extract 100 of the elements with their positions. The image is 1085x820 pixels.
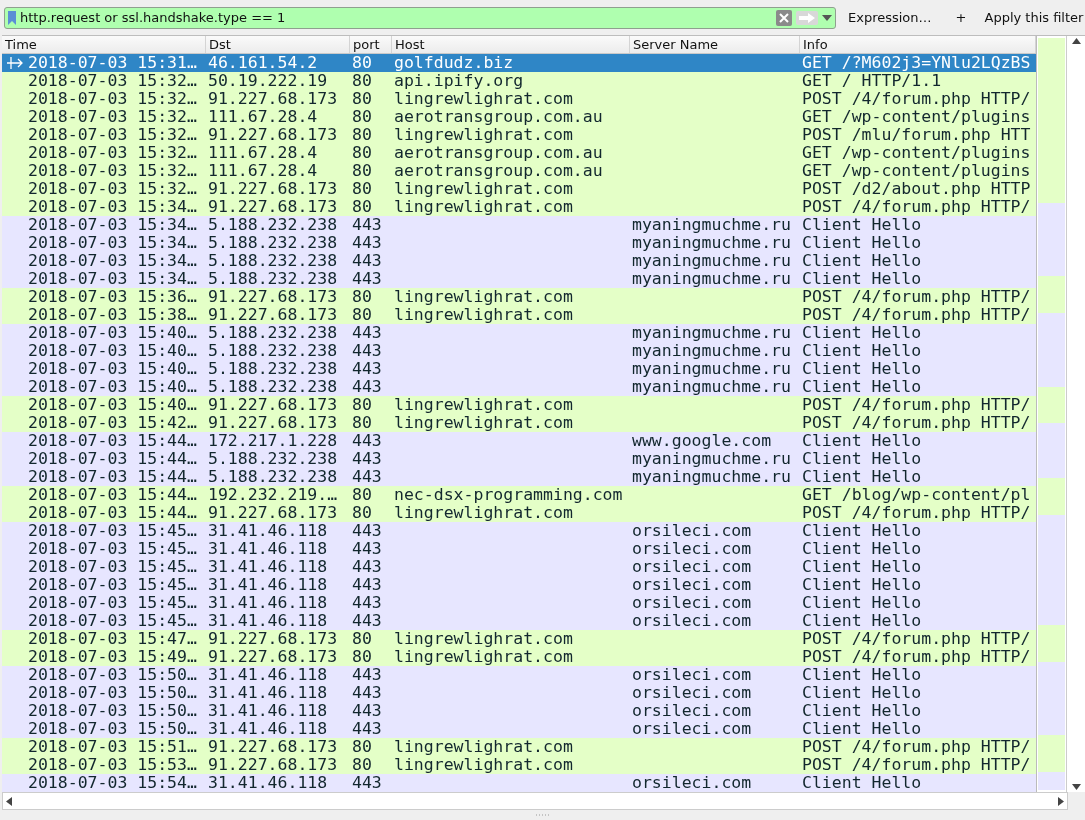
packet-row[interactable]: 2018-07-03 15:50… 31.41.46.118 443 orsileci.com Client Hello <box>2 720 1036 738</box>
table-cell: 2018-07-03 15:32… <box>28 180 197 198</box>
table-cell-text: POST /4/forum.php HTTP/ <box>801 306 1032 324</box>
table-cell-text: 31.41.46.118 <box>207 702 329 720</box>
table-cell-text: 31.41.46.118 <box>207 540 329 558</box>
table-cell-text: Client Hello <box>801 558 923 576</box>
table-cell: 2018-07-03 15:31… <box>28 54 197 72</box>
packet-row[interactable]: 2018-07-03 15:47… 91.227.68.173 80 lingrewlighrat.com POST /4/forum.php HTTP/ <box>2 630 1036 648</box>
table-cell-text: 443 <box>351 360 383 378</box>
packet-row[interactable]: 2018-07-03 15:45… 31.41.46.118 443 orsileci.com Client Hello <box>2 594 1036 612</box>
dropdown-caret-icon[interactable] <box>822 14 832 21</box>
table-cell-text: 5.188.232.238 <box>207 378 339 396</box>
table-cell: 2018-07-03 15:32… <box>28 72 197 90</box>
column-header[interactable]: Dst <box>206 36 350 53</box>
packet-row[interactable]: 2018-07-03 15:34… 5.188.232.238 443 myaningmuchme.ru Client Hello <box>2 252 1036 270</box>
packet-row[interactable]: 2018-07-03 15:40… 5.188.232.238 443 myaningmuchme.ru Client Hello <box>2 342 1036 360</box>
packet-row[interactable]: 2018-07-03 15:32… 91.227.68.173 80 lingrewlighrat.com POST /d2/about.php HTTP <box>2 180 1036 198</box>
column-header[interactable]: Server Name <box>630 36 800 53</box>
table-cell-text: 31.41.46.118 <box>207 666 329 684</box>
packet-row[interactable]: 2018-07-03 15:50… 31.41.46.118 443 orsileci.com Client Hello <box>2 666 1036 684</box>
table-cell-text: Client Hello <box>801 324 923 342</box>
table-cell: 2018-07-03 15:44… <box>28 504 197 522</box>
packet-row[interactable]: 2018-07-03 15:54… 31.41.46.118 443 orsileci.com Client Hello <box>2 774 1036 792</box>
table-cell: 2018-07-03 15:45… <box>28 522 197 540</box>
table-cell-text: 5.188.232.238 <box>207 252 339 270</box>
table-cell-text: Client Hello <box>801 702 923 720</box>
packet-row[interactable]: 2018-07-03 15:44… 192.232.219.… 80 nec-dsx-programming.com GET /blog/wp-content/pl <box>2 486 1036 504</box>
packet-row[interactable]: 2018-07-03 15:44… 5.188.232.238 443 myaningmuchme.ru Client Hello <box>2 450 1036 468</box>
packet-row[interactable]: 2018-07-03 15:49… 91.227.68.173 80 lingrewlighrat.com POST /4/forum.php HTTP/ <box>2 648 1036 666</box>
table-cell-text: Client Hello <box>801 360 923 378</box>
packet-row[interactable]: 2018-07-03 15:40… 5.188.232.238 443 myaningmuchme.ru Client Hello <box>2 324 1036 342</box>
add-button[interactable]: + <box>949 8 973 27</box>
table-cell-text: 80 <box>351 288 373 306</box>
table-cell-text: 443 <box>351 378 383 396</box>
table-cell-text: 31.41.46.118 <box>207 594 329 612</box>
packet-row[interactable]: 2018-07-03 15:44… 172.217.1.228 443 www.google.com Client Hello <box>2 432 1036 450</box>
table-cell-text: 80 <box>351 198 373 216</box>
scroll-up-icon[interactable] <box>1071 38 1081 44</box>
table-cell-text: 91.227.68.173 <box>207 648 339 666</box>
table-cell-text: orsileci.com <box>631 594 753 612</box>
packet-row[interactable]: 2018-07-03 15:32… 111.67.28.4 80 aerotransgroup.com.au GET /wp-content/plugins <box>2 144 1036 162</box>
table-cell-text: GET /wp-content/plugins <box>801 108 1032 126</box>
filter-text-input[interactable]: http.request or ssl.handshake.type == 1 <box>20 10 772 25</box>
splitter-handle-icon[interactable] <box>535 814 550 816</box>
column-header[interactable]: port <box>350 36 392 53</box>
packet-row[interactable]: 2018-07-03 15:42… 91.227.68.173 80 lingrewlighrat.com POST /4/forum.php HTTP/ <box>2 414 1036 432</box>
table-cell-text: 80 <box>351 504 373 522</box>
packet-row[interactable]: 2018-07-03 15:38… 91.227.68.173 80 lingrewlighrat.com POST /4/forum.php HTTP/ <box>2 306 1036 324</box>
table-cell-text: 80 <box>351 414 373 432</box>
table-cell-text: 80 <box>351 54 373 72</box>
table-cell: 2018-07-03 15:51… <box>28 738 197 756</box>
scroll-down-icon[interactable] <box>1071 784 1081 790</box>
scroll-right-icon[interactable] <box>1058 796 1064 806</box>
column-header[interactable]: Host <box>392 36 630 53</box>
apply-filter-button[interactable]: Apply this filter <box>978 8 1085 27</box>
packet-row[interactable]: 2018-07-03 15:34… 5.188.232.238 443 myaningmuchme.ru Client Hello <box>2 270 1036 288</box>
table-cell-text: 91.227.68.173 <box>207 414 339 432</box>
table-cell: 2018-07-03 15:32… <box>28 90 197 108</box>
packet-row[interactable]: 2018-07-03 15:34… 91.227.68.173 80 lingrewlighrat.com POST /4/forum.php HTTP/ <box>2 198 1036 216</box>
table-cell-text: 443 <box>351 612 383 630</box>
packet-row[interactable]: 2018-07-03 15:45… 31.41.46.118 443 orsileci.com Client Hello <box>2 558 1036 576</box>
packet-row[interactable]: 2018-07-03 15:32… 111.67.28.4 80 aerotransgroup.com.au GET /wp-content/plugins <box>2 108 1036 126</box>
packet-row[interactable]: 2018-07-03 15:40… 5.188.232.238 443 myaningmuchme.ru Client Hello <box>2 378 1036 396</box>
packet-row[interactable]: 2018-07-03 15:50… 31.41.46.118 443 orsileci.com Client Hello <box>2 702 1036 720</box>
table-cell-text: 91.227.68.173 <box>207 198 339 216</box>
packet-row[interactable]: 2018-07-03 15:44… 91.227.68.173 80 lingrewlighrat.com POST /4/forum.php HTTP/ <box>2 504 1036 522</box>
packet-row[interactable]: 2018-07-03 15:34… 5.188.232.238 443 myaningmuchme.ru Client Hello <box>2 234 1036 252</box>
table-cell: 2018-07-03 15:45… <box>28 558 197 576</box>
packet-row[interactable]: 2018-07-03 15:45… 31.41.46.118 443 orsileci.com Client Hello <box>2 522 1036 540</box>
packet-row[interactable]: 2018-07-03 15:36… 91.227.68.173 80 lingrewlighrat.com POST /4/forum.php HTTP/ <box>2 288 1036 306</box>
packet-row[interactable]: 2018-07-03 15:45… 31.41.46.118 443 orsileci.com Client Hello <box>2 540 1036 558</box>
column-header[interactable]: Time <box>2 36 206 53</box>
table-cell-text: myaningmuchme.ru <box>631 216 792 234</box>
scroll-left-icon[interactable] <box>6 796 12 806</box>
table-cell-text: myaningmuchme.ru <box>631 324 792 342</box>
packet-row[interactable]: 2018-07-03 15:45… 31.41.46.118 443 orsileci.com Client Hello <box>2 612 1036 630</box>
packet-row[interactable]: 2018-07-03 15:34… 5.188.232.238 443 myaningmuchme.ru Client Hello <box>2 216 1036 234</box>
table-cell-text: orsileci.com <box>631 540 753 558</box>
packet-row[interactable]: 2018-07-03 15:32… 91.227.68.173 80 lingrewlighrat.com POST /mlu/forum.php HTT <box>2 126 1036 144</box>
display-filter-field[interactable]: http.request or ssl.handshake.type == 1 <box>4 6 836 29</box>
table-cell-text: lingrewlighrat.com <box>393 504 574 522</box>
packet-row[interactable]: 2018-07-03 15:45… 31.41.46.118 443 orsileci.com Client Hello <box>2 576 1036 594</box>
bookmark-icon[interactable] <box>8 10 16 25</box>
table-cell-text: Client Hello <box>801 468 923 486</box>
table-cell: 2018-07-03 15:50… <box>28 720 197 738</box>
table-cell-text: Client Hello <box>801 216 923 234</box>
packet-row[interactable]: 2018-07-03 15:44… 5.188.232.238 443 myaningmuchme.ru Client Hello <box>2 468 1036 486</box>
packet-row[interactable]: 2018-07-03 15:32… 111.67.28.4 80 aerotransgroup.com.au GET /wp-content/plugins <box>2 162 1036 180</box>
clear-icon[interactable] <box>776 9 792 26</box>
packet-row[interactable]: 2018-07-03 15:32… 91.227.68.173 80 lingrewlighrat.com POST /4/forum.php HTTP/ <box>2 90 1036 108</box>
packet-row[interactable]: 2018-07-03 15:40… 5.188.232.238 443 myaningmuchme.ru Client Hello <box>2 360 1036 378</box>
table-cell: 2018-07-03 15:34… <box>28 198 197 216</box>
packet-row[interactable]: 2018-07-03 15:50… 31.41.46.118 443 orsileci.com Client Hello <box>2 684 1036 702</box>
expression-button[interactable]: Expression… <box>842 8 938 27</box>
packet-row[interactable]: 2018-07-03 15:53… 91.227.68.173 80 lingrewlighrat.com POST /4/forum.php HTTP/ <box>2 756 1036 774</box>
table-cell-text: POST /4/forum.php HTTP/ <box>801 648 1032 666</box>
packet-row[interactable]: 2018-07-03 15:31… 46.161.54.2 80 golfdudz.biz GET /?M602j3=YNlu2LQzBS <box>2 54 1036 72</box>
packet-row[interactable]: 2018-07-03 15:32… 50.19.222.19 80 api.ipify.org GET / HTTP/1.1 <box>2 72 1036 90</box>
packet-row[interactable]: 2018-07-03 15:40… 91.227.68.173 80 lingrewlighrat.com POST /4/forum.php HTTP/ <box>2 396 1036 414</box>
packet-row[interactable]: 2018-07-03 15:51… 91.227.68.173 80 lingrewlighrat.com POST /4/forum.php HTTP/ <box>2 738 1036 756</box>
